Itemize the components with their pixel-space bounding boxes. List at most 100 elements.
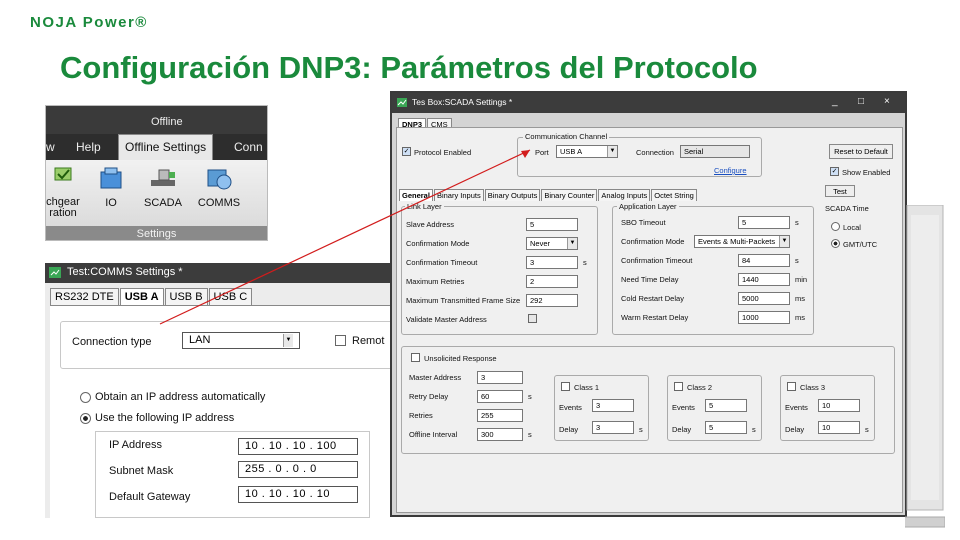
scada-settings-window: Tes Box:SCADA Settings * _ □ × DNP3 CMS ✓… [390, 91, 907, 517]
close-icon[interactable]: × [884, 96, 890, 107]
app-layer-value-field[interactable]: 1000 [738, 311, 790, 324]
chevron-down-icon[interactable]: ▼ [283, 334, 293, 347]
connection-field: Serial [680, 145, 750, 158]
tab-binary-outputs[interactable]: Binary Outputs [484, 189, 541, 201]
device-enclosure-image [905, 205, 945, 528]
tab-octet-string[interactable]: Octet String [651, 189, 697, 201]
class-label: Class 3 [800, 383, 826, 392]
app-layer-value-field[interactable]: 84 [738, 254, 790, 267]
remote-checkbox[interactable] [335, 335, 346, 346]
link-layer-value-field[interactable]: 5 [526, 218, 578, 231]
ribbon-titlebar: Offline [46, 106, 267, 134]
gmt-utc-radio[interactable] [831, 239, 840, 248]
comms-icon [207, 169, 232, 190]
default-gateway-field[interactable]: 10 . 10 . 10 . 10 [238, 486, 358, 503]
tab-help[interactable]: Help [76, 140, 101, 154]
obtain-auto-label: Obtain an IP address automatically [95, 391, 266, 403]
minimize-icon[interactable]: _ [832, 96, 838, 107]
delay-label: Delay [672, 425, 692, 434]
maximize-icon[interactable]: □ [858, 96, 864, 107]
switchgear-button[interactable]: chgear ration [46, 166, 86, 219]
reset-to-default-button[interactable]: Reset to Default [829, 144, 893, 159]
unsolicited-response-checkbox[interactable] [411, 353, 420, 362]
tab-binary-inputs[interactable]: Binary Inputs [433, 189, 484, 201]
unsolicited-row-label: Retry Delay [409, 392, 449, 401]
class-delay-field[interactable]: 3 [592, 421, 634, 434]
unsolicited-value-field[interactable]: 255 [477, 409, 523, 422]
link-layer-value-field[interactable]: 2 [526, 275, 578, 288]
delay-label: Delay [559, 425, 579, 434]
comms-button[interactable]: COMMS [192, 166, 246, 209]
tab-rs232-dte[interactable]: RS232 DTE [50, 288, 119, 305]
chevron-down-icon[interactable]: ▼ [779, 236, 789, 247]
tab-general[interactable]: General [399, 189, 433, 201]
io-label: IO [105, 197, 117, 209]
unit-label: min [795, 275, 808, 284]
app-confirmation-mode-select[interactable]: Events & Multi-Packets [694, 235, 790, 248]
link-layer-row-label: Confirmation Timeout [406, 258, 478, 267]
io-button[interactable]: IO [96, 166, 126, 209]
tab-connect[interactable]: Conn [234, 140, 263, 154]
ip-address-field[interactable]: 10 . 10 . 10 . 100 [238, 438, 358, 455]
app-layer-value-field[interactable]: 5 [738, 216, 790, 229]
tab-usb-b[interactable]: USB B [164, 288, 208, 305]
port-label: Port [535, 148, 549, 157]
class-events-field[interactable]: 3 [592, 399, 634, 412]
class-delay-field[interactable]: 5 [705, 421, 747, 434]
app-icon [49, 267, 61, 278]
tab-offline-settings[interactable]: Offline Settings [118, 134, 214, 160]
chevron-down-icon[interactable]: ▼ [607, 146, 617, 157]
tab-analog-inputs[interactable]: Analog Inputs [598, 189, 651, 201]
ribbon-tabs: w Help Offline Settings Conn [46, 134, 267, 160]
configure-link[interactable]: Configure [714, 166, 747, 175]
class-enable-checkbox[interactable] [787, 382, 796, 391]
unit-label: s [639, 425, 643, 434]
link-layer-value-field[interactable]: 3 [526, 256, 578, 269]
delay-label: Delay [785, 425, 805, 434]
slide-title: Configuración DNP3: Parámetros del Proto… [60, 50, 758, 85]
chevron-down-icon[interactable]: ▼ [567, 238, 577, 249]
class-enable-checkbox[interactable] [674, 382, 683, 391]
unit-label: ms [795, 294, 805, 303]
scada-button[interactable]: SCADA [138, 166, 188, 209]
scada-label: SCADA [144, 197, 182, 209]
local-time-radio[interactable] [831, 222, 840, 231]
validate-master-address-checkbox[interactable] [528, 314, 537, 323]
app-layer-value-field[interactable]: 5000 [738, 292, 790, 305]
class-events-field[interactable]: 5 [705, 399, 747, 412]
link-layer-row-label: Maximum Transmitted Frame Size [406, 296, 521, 305]
offline-status: Offline [151, 116, 183, 128]
tab-test[interactable]: Test [825, 185, 855, 197]
link-layer-row-label: Validate Master Address [406, 315, 487, 324]
unsolicited-row-label: Retries [409, 411, 433, 420]
switchgear-icon [54, 167, 72, 181]
app-layer-value-field[interactable]: 1440 [738, 273, 790, 286]
tab-binary-counter[interactable]: Binary Counter [541, 189, 598, 201]
class-delay-field[interactable]: 10 [818, 421, 860, 434]
app-layer-row-label: Warm Restart Delay [621, 313, 689, 322]
unit-label: s [865, 425, 869, 434]
unsolicited-value-field[interactable]: 300 [477, 428, 523, 441]
class-label: Class 1 [574, 383, 600, 392]
unsolicited-response-label: Unsolicited Response [424, 354, 497, 363]
local-time-label: Local [843, 223, 861, 232]
app-layer-label: Application Layer [617, 202, 679, 211]
tab-usb-c[interactable]: USB C [208, 288, 253, 305]
obtain-auto-radio[interactable] [80, 392, 91, 403]
tab-view[interactable]: w [46, 140, 55, 154]
tab-usb-a[interactable]: USB A [119, 288, 164, 305]
use-following-label: Use the following IP address [95, 412, 235, 424]
connection-type-label: Connection type [72, 336, 152, 348]
use-following-radio[interactable] [80, 413, 91, 424]
link-layer-row-label: Maximum Retries [406, 277, 465, 286]
protocol-enabled-checkbox[interactable]: ✓ [402, 147, 411, 156]
show-enabled-checkbox[interactable]: ✓ [830, 167, 839, 176]
subnet-mask-field[interactable]: 255 . 0 . 0 . 0 [238, 461, 358, 478]
comm-channel-label: Communication Channel [523, 132, 610, 141]
unsolicited-value-field[interactable]: 3 [477, 371, 523, 384]
link-layer-value-field[interactable]: 292 [526, 294, 578, 307]
class-enable-checkbox[interactable] [561, 382, 570, 391]
unsolicited-value-field[interactable]: 60 [477, 390, 523, 403]
class-events-field[interactable]: 10 [818, 399, 860, 412]
io-icon [100, 167, 122, 189]
